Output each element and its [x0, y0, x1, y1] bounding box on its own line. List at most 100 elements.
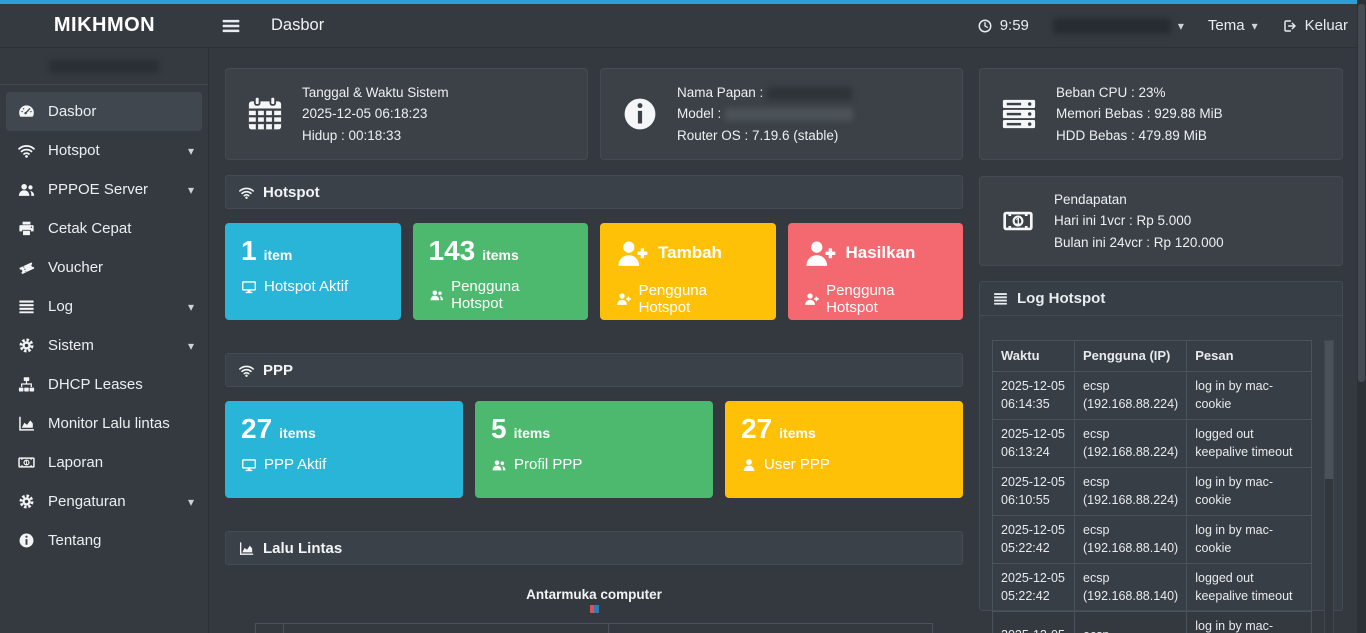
hasilkan-pengguna-box[interactable]: Hasilkan Pengguna Hotspot [788, 223, 964, 320]
table-row: 2025-12-0506:10:55 ecsp(192.168.88.224) … [993, 468, 1312, 516]
table-row: 2025-12-0506:13:24 ecsp(192.168.88.224) … [993, 420, 1312, 468]
sidebar-item-pengaturan[interactable]: Pengaturan ▾ [0, 482, 208, 521]
sidebar-item-label: Log [48, 298, 73, 315]
sidebar-session-name-redacted [49, 60, 159, 73]
chevron-down-icon: ▾ [1178, 20, 1184, 32]
sidebar-item-sistem[interactable]: Sistem ▾ [0, 326, 208, 365]
sidebar-item-monitor-lalu-lintas[interactable]: Monitor Lalu lintas [0, 404, 208, 443]
desktop-icon [241, 457, 257, 473]
profil-ppp-count: 5 [491, 415, 507, 443]
hotspot-section-header: Hotspot [225, 175, 963, 209]
tambah-label: Pengguna Hotspot [639, 282, 760, 316]
ppp-section-header: PPP [225, 353, 963, 387]
user-plus-icon [804, 291, 820, 307]
sidebar-item-pppoe-server[interactable]: PPPOE Server ▾ [0, 170, 208, 209]
logout-label: Keluar [1305, 17, 1348, 34]
table-header-row: Waktu Pengguna (IP) Pesan [993, 341, 1312, 372]
sidebar-item-label: Laporan [48, 454, 103, 471]
user-ppp-box[interactable]: 27 items User PPP [725, 401, 963, 498]
log-scrollbar[interactable] [1324, 340, 1334, 633]
page-scrollbar-thumb[interactable] [1358, 4, 1365, 382]
sidebar-item-label: Hotspot [48, 142, 100, 159]
sidebar-item-dhcp-leases[interactable]: DHCP Leases [0, 365, 208, 404]
hotspot-section-title: Hotspot [263, 184, 320, 201]
user-icon [741, 457, 757, 473]
content-area: Tanggal & Waktu Sistem 2025-12-05 06:18:… [209, 48, 1366, 633]
sidebar-item-label: Voucher [48, 259, 103, 276]
logout-button[interactable]: Keluar [1282, 17, 1348, 34]
table-row: 2025-12-0506:14:35 ecsp(192.168.88.224) … [993, 372, 1312, 420]
traffic-table-cell [256, 624, 284, 633]
pengguna-hotspot-count: 143 [429, 237, 476, 265]
system-datetime-card: Tanggal & Waktu Sistem 2025-12-05 06:18:… [225, 68, 588, 160]
session-name-redacted [1053, 18, 1171, 34]
money-icon [16, 453, 37, 472]
wifi-icon [238, 184, 255, 201]
sidebar-item-laporan[interactable]: Laporan [0, 443, 208, 482]
resource-card: Beban CPU : 23% Memori Bebas : 929.88 Mi… [979, 68, 1343, 160]
table-row: 2025-12-0505:22:42 ecsp(192.168.88.140) … [993, 516, 1312, 564]
traffic-section-title: Lalu Lintas [263, 540, 342, 557]
sidebar-item-dasbor[interactable]: Dasbor [6, 92, 202, 131]
sidebar: Dasbor Hotspot ▾ PPPOE Server ▾ Cetak Ce… [0, 48, 209, 633]
traffic-table-cell [284, 624, 609, 633]
gear-icon [16, 492, 37, 511]
user-plus-icon [804, 237, 837, 270]
income-title: Pendapatan [1054, 189, 1224, 211]
sidebar-item-tentang[interactable]: Tentang [0, 521, 208, 560]
free-hdd: HDD Bebas : 479.89 MiB [1056, 125, 1223, 147]
desktop-icon [241, 279, 257, 295]
sitemap-icon [16, 375, 37, 394]
sidebar-item-hotspot[interactable]: Hotspot ▾ [0, 131, 208, 170]
sidebar-item-voucher[interactable]: Voucher [0, 248, 208, 287]
page-scrollbar[interactable] [1357, 0, 1366, 633]
traffic-interface-title: Antarmuka computer [225, 587, 963, 602]
brand-logo[interactable]: MIKHMON [0, 14, 209, 37]
pengguna-hotspot-box[interactable]: 143 items Pengguna Hotspot [413, 223, 589, 320]
users-icon [16, 180, 37, 199]
session-time: 9:59 [1000, 17, 1029, 34]
traffic-table-cell [609, 624, 933, 633]
wifi-icon [16, 141, 37, 160]
log-hotspot-table: Waktu Pengguna (IP) Pesan 2025-12-0506:1… [992, 340, 1312, 633]
gauge-icon [16, 102, 37, 121]
sidebar-item-label: Cetak Cepat [48, 220, 131, 237]
pengguna-hotspot-label: Pengguna Hotspot [451, 278, 572, 312]
theme-dropdown[interactable]: Tema ▾ [1208, 17, 1258, 34]
chart-area-icon [16, 414, 37, 433]
sidebar-nav: Dasbor Hotspot ▾ PPPOE Server ▾ Cetak Ce… [0, 85, 208, 560]
users-icon [491, 457, 507, 473]
log-hotspot-panel: Log Hotspot Waktu Pengguna (IP) Pesan [979, 281, 1343, 611]
sidebar-item-label: Monitor Lalu lintas [48, 415, 170, 432]
income-today: Hari ini 1vcr : Rp 5.000 [1054, 210, 1224, 232]
sidebar-item-cetak-cepat[interactable]: Cetak Cepat [0, 209, 208, 248]
list-icon [16, 297, 37, 316]
info-icon [619, 93, 661, 135]
profil-ppp-box[interactable]: 5 items Profil PPP [475, 401, 713, 498]
tambah-title: Tambah [658, 243, 722, 263]
sidebar-item-label: Tentang [48, 532, 101, 549]
ppp-aktif-label: PPP Aktif [264, 456, 326, 473]
system-datetime: 2025-12-05 06:18:23 [302, 103, 449, 125]
chevron-down-icon: ▾ [188, 340, 194, 352]
sidebar-item-log[interactable]: Log ▾ [0, 287, 208, 326]
ppp-aktif-box[interactable]: 27 items PPP Aktif [225, 401, 463, 498]
money-icon [998, 204, 1038, 238]
session-dropdown[interactable]: ▾ [1053, 18, 1184, 34]
log-scrollbar-thumb[interactable] [1325, 341, 1333, 479]
hamburger-menu-icon[interactable] [219, 16, 243, 36]
sidebar-item-label: Pengaturan [48, 493, 126, 510]
chevron-down-icon: ▾ [188, 145, 194, 157]
tambah-pengguna-box[interactable]: Tambah Pengguna Hotspot [600, 223, 776, 320]
traffic-section-header: Lalu Lintas [225, 531, 963, 565]
board-model-redacted [725, 108, 853, 121]
column-waktu: Waktu [993, 341, 1075, 372]
log-hotspot-body: Waktu Pengguna (IP) Pesan 2025-12-0506:1… [980, 316, 1342, 633]
sidebar-item-label: Dasbor [48, 103, 96, 120]
profil-ppp-label: Profil PPP [514, 456, 582, 473]
board-name-redacted [767, 87, 852, 100]
table-row: 2025-12-0505:22:42 ecsp(192.168.88.140) … [993, 564, 1312, 612]
hotspot-aktif-box[interactable]: 1 item Hotspot Aktif [225, 223, 401, 320]
ticket-icon [16, 258, 37, 277]
income-month: Bulan ini 24vcr : Rp 120.000 [1054, 232, 1224, 254]
